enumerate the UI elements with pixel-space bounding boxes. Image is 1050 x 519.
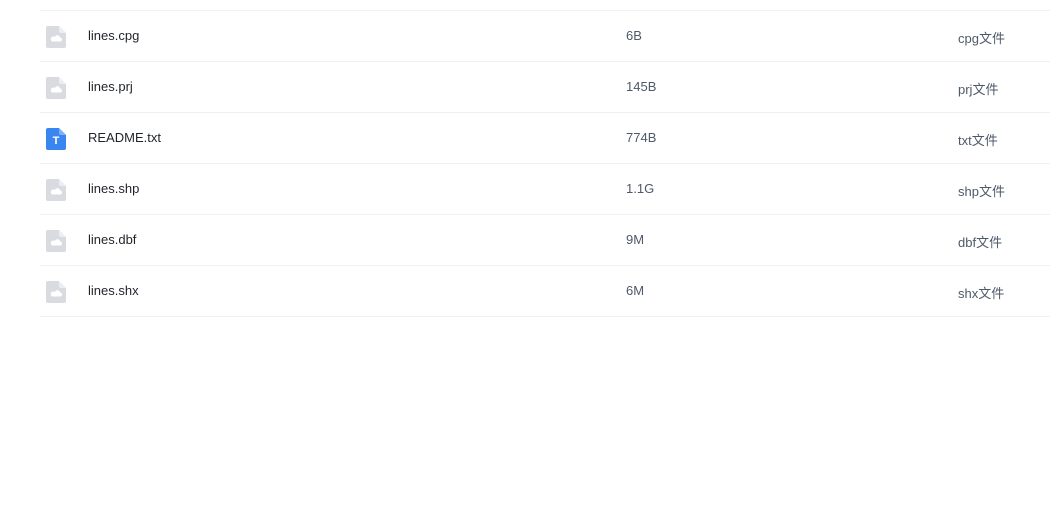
file-size: 1.1G <box>626 181 655 196</box>
file-type: shp文件 <box>958 184 1005 199</box>
file-name[interactable]: lines.shx <box>88 283 139 298</box>
file-row-3[interactable]: lines.shp 1.1G shp文件 <box>40 164 1050 215</box>
generic-file-icon <box>46 77 66 99</box>
file-row-4[interactable]: lines.dbf 9M dbf文件 <box>40 215 1050 266</box>
file-type: txt文件 <box>958 133 998 148</box>
generic-file-icon <box>46 179 66 201</box>
file-name[interactable]: README.txt <box>88 130 161 145</box>
generic-file-icon <box>46 281 66 303</box>
file-type: prj文件 <box>958 82 999 97</box>
file-name[interactable]: lines.dbf <box>88 232 136 247</box>
file-name[interactable]: lines.shp <box>88 181 139 196</box>
file-type: shx文件 <box>958 286 1005 301</box>
file-type: dbf文件 <box>958 235 1003 250</box>
file-name[interactable]: lines.cpg <box>88 28 139 43</box>
file-size: 6M <box>626 283 645 298</box>
generic-file-icon <box>46 26 66 48</box>
text-file-icon: T <box>46 128 66 150</box>
file-list: lines.cpg 6B cpg文件 lines.prj 145B prj文件 … <box>40 10 1050 317</box>
text-file-icon-letter: T <box>53 135 60 147</box>
file-type: cpg文件 <box>958 31 1005 46</box>
file-size: 145B <box>626 79 657 94</box>
file-row-1[interactable]: lines.prj 145B prj文件 <box>40 62 1050 113</box>
file-name[interactable]: lines.prj <box>88 79 133 94</box>
file-size: 9M <box>626 232 645 247</box>
file-row-5[interactable]: lines.shx 6M shx文件 <box>40 266 1050 317</box>
file-size: 6B <box>626 28 642 43</box>
file-row-0[interactable]: lines.cpg 6B cpg文件 <box>40 11 1050 62</box>
file-row-2[interactable]: T README.txt 774B txt文件 <box>40 113 1050 164</box>
file-size: 774B <box>626 130 657 145</box>
generic-file-icon <box>46 230 66 252</box>
